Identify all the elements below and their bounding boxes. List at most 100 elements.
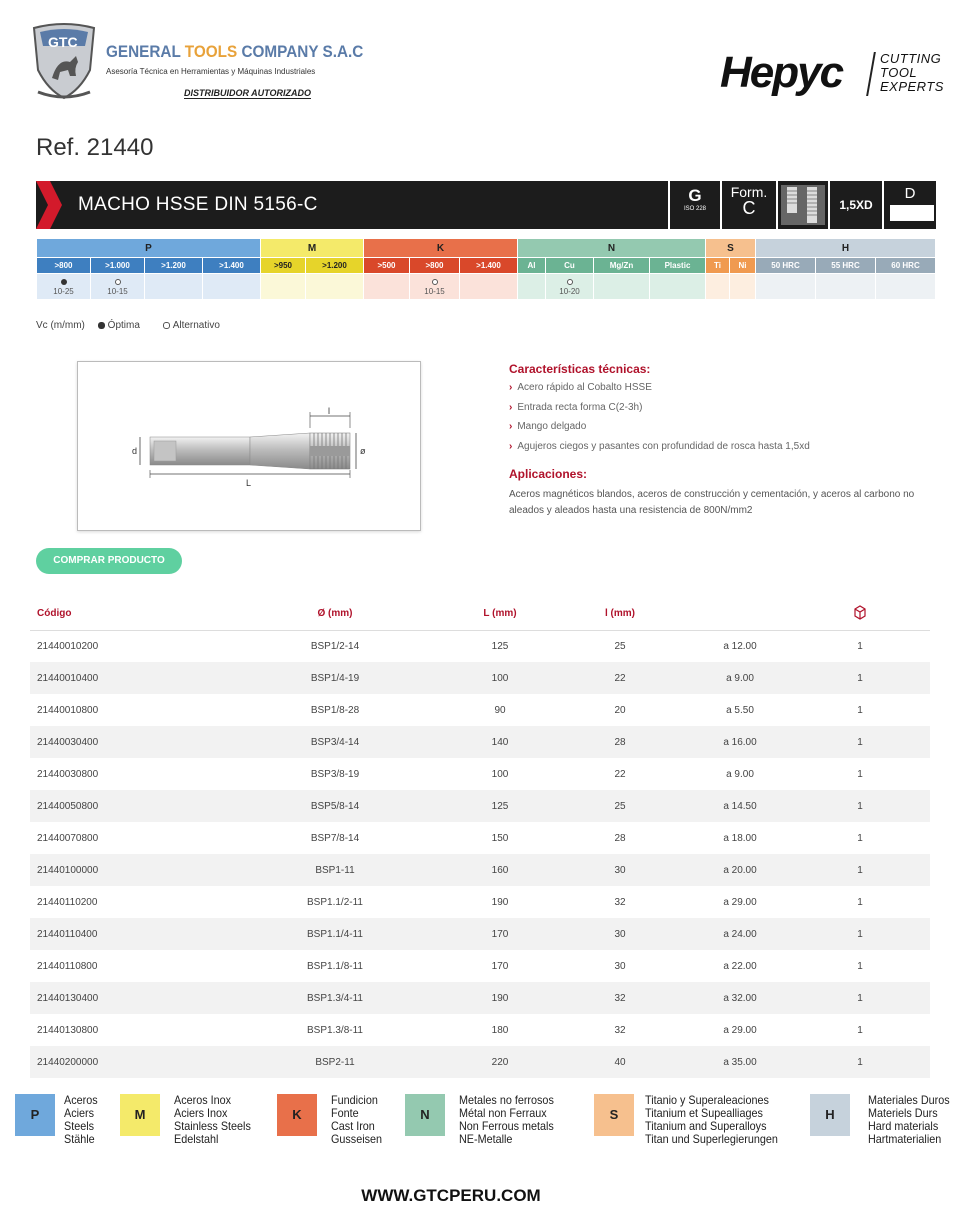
table-cell: a 35.00 — [690, 1046, 790, 1078]
table-cell: 190 — [491, 896, 509, 908]
vc-p-1200 — [144, 273, 203, 300]
sub-p-1400: >1.400 — [202, 257, 261, 274]
table-row[interactable]: 21440110400 BSP1.1/4-11 170 30 a 24.00 1 — [30, 918, 930, 950]
table-cell: BSP5/8-14 — [220, 790, 450, 822]
header-package — [790, 598, 930, 631]
table-cell: 100 — [450, 662, 550, 694]
table-cell: 28 — [614, 832, 626, 844]
vc-n-cu: 10-20 — [545, 273, 594, 300]
table-cell: 1 — [790, 1046, 930, 1078]
group-s: S — [705, 238, 756, 258]
table-cell: BSP7/8-14 — [310, 832, 360, 844]
table-row[interactable]: 21440030800 BSP3/8-19 100 22 a 9.00 1 — [30, 758, 930, 790]
group-n: N — [517, 238, 706, 258]
table-row[interactable]: 21440200000 BSP2-11 220 40 a 35.00 1 — [30, 1046, 930, 1078]
sub-k-800: >800 — [409, 257, 460, 274]
alternative-dot-icon — [114, 279, 121, 285]
table-cell: BSP1/8-28 — [310, 704, 360, 716]
table-cell: 32 — [550, 982, 690, 1014]
table-row[interactable]: 21440010200 BSP1/2-14 125 25 a 12.00 1 — [30, 630, 930, 662]
alternative-dot-icon — [431, 279, 438, 285]
sub-p-1200: >1.200 — [144, 257, 203, 274]
table-row[interactable]: 21440100000 BSP1-11 160 30 a 20.00 1 — [30, 854, 930, 886]
table-cell: 125 — [491, 640, 509, 652]
header-length: L (mm) — [450, 598, 550, 631]
table-cell: 21440010400 — [30, 662, 220, 694]
vc-p-800: 10-25 — [36, 273, 91, 300]
sub-h-55: 55 HRC — [815, 257, 876, 274]
table-cell: BSP1/2-14 — [310, 640, 360, 652]
table-cell: 150 — [491, 832, 509, 844]
table-cell: 160 — [450, 854, 550, 886]
legend-box-h: H — [810, 1094, 850, 1136]
characteristic-item: Acero rápido al Cobalto HSSE — [509, 382, 810, 402]
table-cell: 25 — [550, 790, 690, 822]
table-cell: 140 — [450, 726, 550, 758]
table-cell: a 9.00 — [690, 662, 790, 694]
legend-text-m: Aceros Inox Aciers Inox Stainless Steels Ed… — [174, 1093, 251, 1146]
sub-p-800: >800 — [36, 257, 91, 274]
sub-k-1400: >1.400 — [459, 257, 518, 274]
applications-title: Aplicaciones: — [509, 467, 588, 481]
dim-diam: ø — [360, 446, 366, 456]
table-cell: a 22.00 — [723, 960, 757, 972]
product-title: MACHO HSSE DIN 5156-C — [78, 194, 318, 215]
table-cell: 21440030800 — [37, 768, 99, 780]
table-cell: BSP1-11 — [220, 854, 450, 886]
table-cell: 1 — [857, 768, 863, 780]
table-cell: 1 — [790, 790, 930, 822]
characteristics-list: Acero rápido al Cobalto HSSE Entrada rec… — [509, 382, 810, 460]
table-row[interactable]: 21440110800 BSP1.1/8-11 170 30 a 22.00 1 — [30, 950, 930, 982]
characteristics-title: Características técnicas: — [509, 362, 651, 376]
table-cell: 30 — [550, 918, 690, 950]
table-cell: 21440200000 — [30, 1046, 220, 1078]
company-name: GENERAL TOOLS COMPANY S.A.C — [106, 42, 364, 61]
table-row[interactable]: 21440050800 BSP5/8-14 125 25 a 14.50 1 — [30, 790, 930, 822]
distributor-label: DISTRIBUIDOR AUTORIZADO — [184, 88, 311, 99]
table-cell: 1 — [857, 640, 863, 652]
table-cell: 170 — [450, 918, 550, 950]
table-row[interactable]: 21440010400 BSP1/4-19 100 22 a 9.00 1 — [30, 662, 930, 694]
table-cell: a 5.50 — [726, 704, 754, 716]
table-cell: 32 — [614, 896, 626, 908]
vc-legend: Vc (m/mm) Óptima Alternativo — [36, 320, 220, 331]
applications-text: Aceros magnéticos blandos, aceros de con… — [509, 489, 915, 516]
table-cell: 220 — [450, 1046, 550, 1078]
table-cell: 125 — [450, 790, 550, 822]
table-cell: 1 — [790, 662, 930, 694]
table-cell: 180 — [491, 1024, 509, 1036]
legend-text-k: Fundicion Fonte Cast Iron Gusseisen — [331, 1093, 383, 1146]
table-cell: 1 — [790, 982, 930, 1014]
table-row[interactable]: 21440010800 BSP1/8-28 90 20 a 5.50 1 — [30, 694, 930, 726]
vc-s-ti — [705, 273, 730, 300]
table-row[interactable]: 21440070800 BSP7/8-14 150 28 a 18.00 1 — [30, 822, 930, 854]
table-row[interactable]: 21440030400 BSP3/4-14 140 28 a 16.00 1 — [30, 726, 930, 758]
table-cell: 22 — [614, 768, 626, 780]
buy-product-button[interactable]: COMPRAR PRODUCTO — [36, 548, 182, 574]
legend-box-p: P — [15, 1094, 55, 1136]
table-cell: BSP1/4-19 — [220, 662, 450, 694]
vc-s-ni — [729, 273, 756, 300]
table-cell: 1 — [857, 704, 863, 716]
table-cell: a 16.00 — [690, 726, 790, 758]
group-k: K — [363, 238, 518, 258]
vc-h-55 — [815, 273, 876, 300]
table-cell: 90 — [494, 704, 506, 716]
characteristic-item: Entrada recta forma C(2-3h) — [509, 402, 810, 422]
footer-url[interactable]: WWW.GTCPERU.COM — [0, 1186, 902, 1206]
table-cell: 21440110400 — [30, 918, 220, 950]
tap-illustration: l d ø L — [132, 406, 366, 488]
table-cell: 1 — [790, 918, 930, 950]
materials-table: P M K N S H >800 >1.000 >1.200 >1.400 >9… — [36, 238, 936, 300]
sub-s-ni: Ni — [729, 257, 756, 274]
vc-k-1400 — [459, 273, 518, 300]
table-row[interactable]: 21440110200 BSP1.1/2-11 190 32 a 29.00 1 — [30, 886, 930, 918]
table-cell: BSP1.1/4-11 — [220, 918, 450, 950]
spec-form-c: Form. C — [720, 181, 776, 229]
table-row[interactable]: 21440130400 BSP1.3/4-11 190 32 a 32.00 1 — [30, 982, 930, 1014]
table-cell: a 32.00 — [690, 982, 790, 1014]
table-cell: 30 — [550, 854, 690, 886]
table-row[interactable]: 21440130800 BSP1.3/8-11 180 32 a 29.00 1 — [30, 1014, 930, 1046]
sub-n-plastic: Plastic — [649, 257, 706, 274]
sub-k-500: >500 — [363, 257, 410, 274]
